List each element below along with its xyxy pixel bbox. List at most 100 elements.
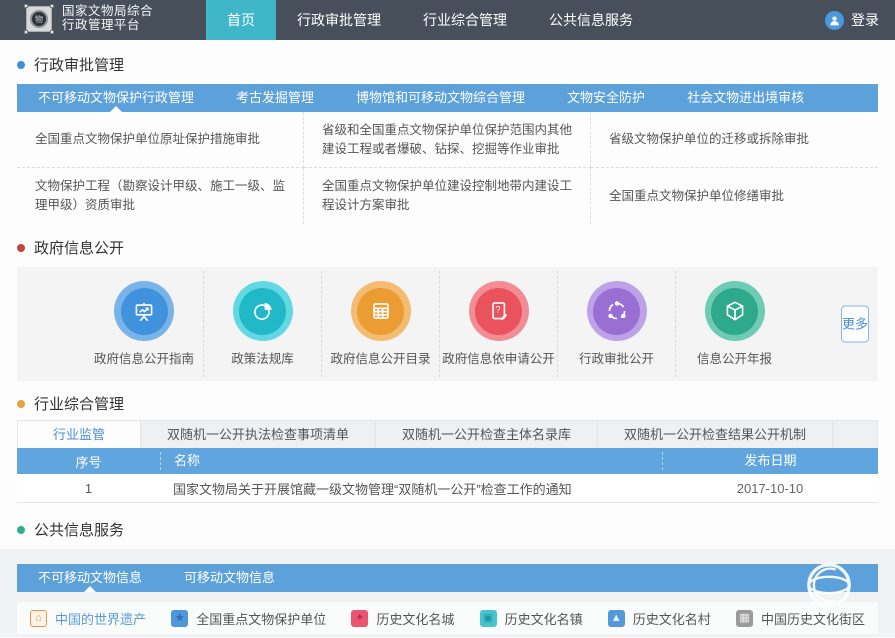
tab-import-export[interactable]: 社会文物进出境审核 — [666, 84, 825, 112]
gov-info-guide-link[interactable]: 政府信息公开指南 — [85, 271, 203, 377]
cube-report-icon — [711, 288, 758, 335]
legend-historic-town[interactable]: ▣ 历史文化名镇 — [480, 609, 583, 628]
public-info-section-title: 公共信息服务 — [17, 503, 878, 549]
map-legend: ⌂ 中国的世界遗产 ★ 全国重点文物保护单位 ✦ 历史文化名城 ▣ 历史文化名镇… — [17, 602, 878, 634]
legend-historic-city[interactable]: ✦ 历史文化名城 — [351, 609, 454, 628]
gov-info-panel: 政府信息公开指南 政策法规库 政府信息公开目录 — [17, 267, 878, 381]
icon-label: 信息公开年报 — [697, 348, 772, 367]
policy-law-library-link[interactable]: 政策法规库 — [203, 271, 321, 377]
circle-ring — [587, 281, 647, 341]
tab-inspection-item-list[interactable]: 双随机一公开执法检查事项清单 — [141, 421, 376, 448]
gov-info-section-title: 政府信息公开 — [17, 224, 878, 267]
approval-items-grid: 全国重点文物保护单位原址保护措施审批 省级和全国重点文物保护单位保护范围内其他建… — [17, 112, 878, 224]
admin-approval-open-link[interactable]: 行政审批公开 — [557, 271, 675, 377]
section-title-text: 行业综合管理 — [34, 393, 124, 414]
section-title-text: 公共信息服务 — [34, 519, 124, 540]
tab-museum-movable[interactable]: 博物馆和可移动文物综合管理 — [335, 84, 546, 112]
public-info-panel: 不可移动文物信息 可移动文物信息 ⌂ 中国的世界遗产 ★ 全国重点文物保护单位 … — [0, 549, 895, 637]
notice-table: 序号 名称 发布日期 1 国家文物局关于开展馆藏一级文物管理“双随机一公开”检查… — [17, 448, 878, 503]
historic-district-icon: ▦ — [736, 610, 753, 627]
section-title-text: 行政审批管理 — [34, 54, 124, 75]
industry-section-title: 行业综合管理 — [17, 381, 878, 420]
legend-label: 历史文化名村 — [633, 609, 711, 628]
world-heritage-house-icon: ⌂ — [30, 610, 47, 627]
icon-label: 行政审批公开 — [579, 348, 654, 367]
pie-chart-icon — [239, 288, 286, 335]
public-info-tabbar: 不可移动文物信息 可移动文物信息 — [17, 564, 878, 592]
nav-item-industry[interactable]: 行业综合管理 — [402, 0, 528, 40]
historic-village-icon: ▲ — [608, 610, 625, 627]
tab-archaeology[interactable]: 考古发掘管理 — [215, 84, 335, 112]
tab-immovable-relics-info[interactable]: 不可移动文物信息 — [17, 564, 163, 592]
approval-item[interactable]: 全国重点文物保护单位修缮审批 — [591, 168, 878, 224]
icon-label: 政府信息依申请公开 — [442, 348, 555, 367]
more-button[interactable]: 更多 — [841, 306, 869, 343]
green-bullet-icon — [17, 526, 25, 534]
nav-item-public-info[interactable]: 公共信息服务 — [528, 0, 654, 40]
legend-label: 历史文化名城 — [376, 609, 454, 628]
easel-chart-icon — [121, 288, 168, 335]
approval-item[interactable]: 全国重点文物保护单位原址保护措施审批 — [17, 112, 304, 168]
red-bullet-icon — [17, 244, 25, 252]
circle-ring: ? — [469, 281, 529, 341]
key-unit-star-icon: ★ — [171, 610, 188, 627]
legend-label: 中国历史文化街区 — [761, 609, 865, 628]
annual-report-link[interactable]: 信息公开年报 — [675, 271, 793, 377]
approval-section-title: 行政审批管理 — [17, 40, 878, 84]
col-header-name: 名称 — [160, 452, 662, 470]
blue-bullet-icon — [17, 61, 25, 69]
legend-label: 历史文化名镇 — [505, 609, 583, 628]
approval-tabbar: 不可移动文物保护行政管理 考古发掘管理 博物馆和可移动文物综合管理 文物安全防护… — [17, 84, 878, 112]
login-button[interactable]: 登录 — [825, 0, 879, 40]
approval-item[interactable]: 文物保护工程（勘察设计甲级、施工一级、监理甲级）资质审批 — [17, 168, 304, 224]
approval-item[interactable]: 全国重点文物保护单位建设控制地带内建设工程设计方案审批 — [304, 168, 591, 224]
section-title-text: 政府信息公开 — [34, 237, 124, 258]
tab-immovable-relics-admin[interactable]: 不可移动文物保护行政管理 — [17, 84, 215, 112]
orange-bullet-icon — [17, 400, 25, 408]
login-label: 登录 — [851, 10, 879, 30]
share-network-icon — [593, 288, 640, 335]
legend-historic-district[interactable]: ▦ 中国历史文化街区 — [736, 609, 865, 628]
gov-info-catalog-link[interactable]: 政府信息公开目录 — [321, 271, 439, 377]
main-nav: 首页 行政审批管理 行业综合管理 公共信息服务 — [206, 0, 654, 40]
legend-label: 中国的世界遗产 — [55, 609, 146, 628]
circle-ring — [233, 281, 293, 341]
tab-relic-safety[interactable]: 文物安全防护 — [546, 84, 666, 112]
historic-city-icon: ✦ — [351, 610, 368, 627]
icon-label: 政府信息公开指南 — [94, 348, 194, 367]
svg-text:?: ? — [495, 305, 500, 315]
industry-tabbar: 行业监管 双随机一公开执法检查事项清单 双随机一公开检查主体名录库 双随机一公开… — [17, 420, 878, 448]
approval-item[interactable]: 省级和全国重点文物保护单位保护范围内其他建设工程或者爆破、钻探、挖掘等作业审批 — [304, 112, 591, 168]
circle-ring — [705, 281, 765, 341]
cell-name[interactable]: 国家文物局关于开展馆藏一级文物管理“双随机一公开”检查工作的通知 — [160, 479, 662, 498]
cell-date: 2017-10-10 — [662, 481, 878, 496]
page: 物 国家文物局综合行政管理平台 首页 行政审批管理 行业综合管理 公共信息服务 … — [0, 0, 895, 638]
nav-item-approval[interactable]: 行政审批管理 — [276, 0, 402, 40]
legend-label: 全国重点文物保护单位 — [196, 609, 326, 628]
legend-historic-village[interactable]: ▲ 历史文化名村 — [608, 609, 711, 628]
icon-label: 政策法规库 — [231, 348, 294, 367]
top-header: 物 国家文物局综合行政管理平台 首页 行政审批管理 行业综合管理 公共信息服务 … — [0, 0, 895, 40]
logo-emblem: 物 — [26, 6, 52, 32]
nav-item-home[interactable]: 首页 — [206, 0, 276, 40]
tab-inspection-subject-registry[interactable]: 双随机一公开检查主体名录库 — [376, 421, 598, 448]
user-avatar-icon — [825, 11, 844, 30]
seal-icon: 物 — [30, 10, 48, 28]
legend-world-heritage[interactable]: ⌂ 中国的世界遗产 — [30, 609, 146, 628]
table-row[interactable]: 1 国家文物局关于开展馆藏一级文物管理“双随机一公开”检查工作的通知 2017-… — [17, 474, 878, 503]
tab-inspection-result-mechanism[interactable]: 双随机一公开检查结果公开机制 — [598, 421, 833, 448]
tab-industry-supervision[interactable]: 行业监管 — [18, 421, 141, 448]
table-header-row: 序号 名称 发布日期 — [17, 448, 878, 474]
site-title: 国家文物局综合行政管理平台 — [62, 5, 154, 32]
col-header-date: 发布日期 — [662, 452, 878, 470]
icon-label: 政府信息公开目录 — [330, 348, 430, 367]
logo-block: 物 国家文物局综合行政管理平台 — [0, 0, 154, 40]
approval-item[interactable]: 省级文物保护单位的迁移或拆除审批 — [591, 112, 878, 168]
tab-movable-relics-info[interactable]: 可移动文物信息 — [163, 564, 296, 592]
cell-no: 1 — [17, 481, 160, 496]
legend-national-key-units[interactable]: ★ 全国重点文物保护单位 — [171, 609, 326, 628]
col-header-no: 序号 — [17, 452, 160, 471]
grid-catalog-icon — [357, 288, 404, 335]
gov-info-request-link[interactable]: ? 政府信息依申请公开 — [439, 271, 557, 377]
request-doc-icon: ? — [475, 288, 522, 335]
